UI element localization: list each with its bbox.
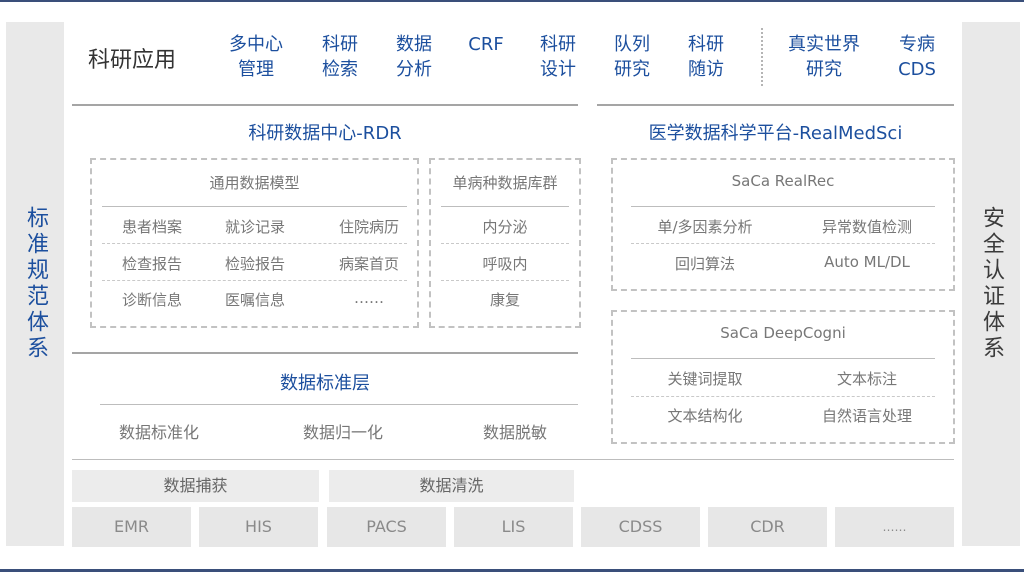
- disease-db-item: 内分泌: [482, 218, 528, 236]
- security-sidebar-label: 安全认证体系: [979, 206, 1004, 362]
- deepcogni-rule: [631, 358, 935, 359]
- app-followup: 科研 随访: [688, 34, 724, 80]
- app-cohort: 队列 研究: [614, 34, 650, 80]
- source-his: HIS: [199, 507, 318, 547]
- standard-item: 数据标准化: [118, 423, 199, 442]
- general-model-title: 通用数据模型: [209, 174, 300, 192]
- standard-layer-title: 数据标准层: [280, 373, 370, 394]
- model-cell: 检查报告: [121, 255, 182, 273]
- disease-db-row-rule: [441, 280, 569, 281]
- apps-divider: [761, 28, 763, 86]
- top-border: [0, 0, 1024, 2]
- layer-divider: [72, 459, 954, 460]
- source-cdr: CDR: [708, 507, 827, 547]
- app-cds: 专病 CDS: [898, 34, 936, 80]
- app-multicenter: 多中心 管理: [229, 34, 283, 80]
- disease-db-row-rule: [441, 243, 569, 244]
- standard-item: 数据脱敏: [482, 423, 547, 442]
- disease-db-rule: [441, 206, 569, 207]
- realrec-title: SaCa RealRec: [731, 172, 835, 190]
- source-more: ……: [835, 507, 954, 547]
- disease-db-title: 单病种数据库群: [452, 174, 558, 192]
- data-cleaning-bar: 数据清洗: [329, 470, 574, 502]
- realmedsci-title: 医学数据科学平台-RealMedSci: [648, 123, 903, 144]
- model-cell: 患者档案: [121, 218, 182, 236]
- realrec-item: Auto ML/DL: [824, 253, 910, 271]
- deepcogni-item: 自然语言处理: [821, 407, 912, 425]
- general-model-rule: [102, 206, 407, 207]
- realrec-row-rule: [631, 243, 935, 244]
- model-cell: 医嘱信息: [224, 291, 285, 309]
- model-cell: 检验报告: [224, 255, 285, 273]
- standard-layer-rule: [100, 404, 578, 405]
- deepcogni-title: SaCa DeepCogni: [720, 324, 846, 342]
- realrec-item: 异常数值检测: [821, 218, 912, 236]
- disease-db-item: 康复: [489, 291, 520, 309]
- source-cdss: CDSS: [581, 507, 700, 547]
- app-analysis: 数据 分析: [396, 34, 432, 80]
- model-cell: ……: [354, 289, 384, 307]
- disease-db-item: 呼吸内: [482, 255, 528, 273]
- realrec-rule: [631, 206, 935, 207]
- deepcogni-item: 关键词提取: [667, 370, 743, 388]
- app-rwe: 真实世界 研究: [788, 34, 860, 80]
- app-search: 科研 检索: [322, 34, 358, 80]
- rdr-title: 科研数据中心-RDR: [248, 123, 402, 144]
- security-sidebar: 安全认证体系: [962, 22, 1020, 546]
- model-cell: 病案首页: [338, 255, 399, 273]
- model-cell: 就诊记录: [224, 218, 285, 236]
- source-lis: LIS: [454, 507, 573, 547]
- model-cell: 住院病历: [338, 218, 399, 236]
- deepcogni-item: 文本标注: [836, 370, 897, 388]
- model-row-rule: [102, 243, 407, 244]
- app-crf: CRF: [468, 34, 504, 55]
- standard-item: 数据归一化: [302, 423, 383, 442]
- model-row-rule: [102, 280, 407, 281]
- standards-sidebar-label: 标准规范体系: [23, 206, 48, 362]
- standards-sidebar: 标准规范体系: [6, 22, 64, 546]
- deepcogni-row-rule: [631, 396, 935, 397]
- research-apps-title: 科研应用: [88, 48, 177, 73]
- data-capture-bar: 数据捕获: [72, 470, 319, 502]
- model-cell: 诊断信息: [121, 291, 182, 309]
- app-design: 科研 设计: [540, 34, 576, 80]
- realrec-item: 回归算法: [674, 255, 735, 273]
- realrec-item: 单/多因素分析: [657, 218, 753, 236]
- source-pacs: PACS: [327, 507, 446, 547]
- source-emr: EMR: [72, 507, 191, 547]
- deepcogni-item: 文本结构化: [667, 407, 743, 425]
